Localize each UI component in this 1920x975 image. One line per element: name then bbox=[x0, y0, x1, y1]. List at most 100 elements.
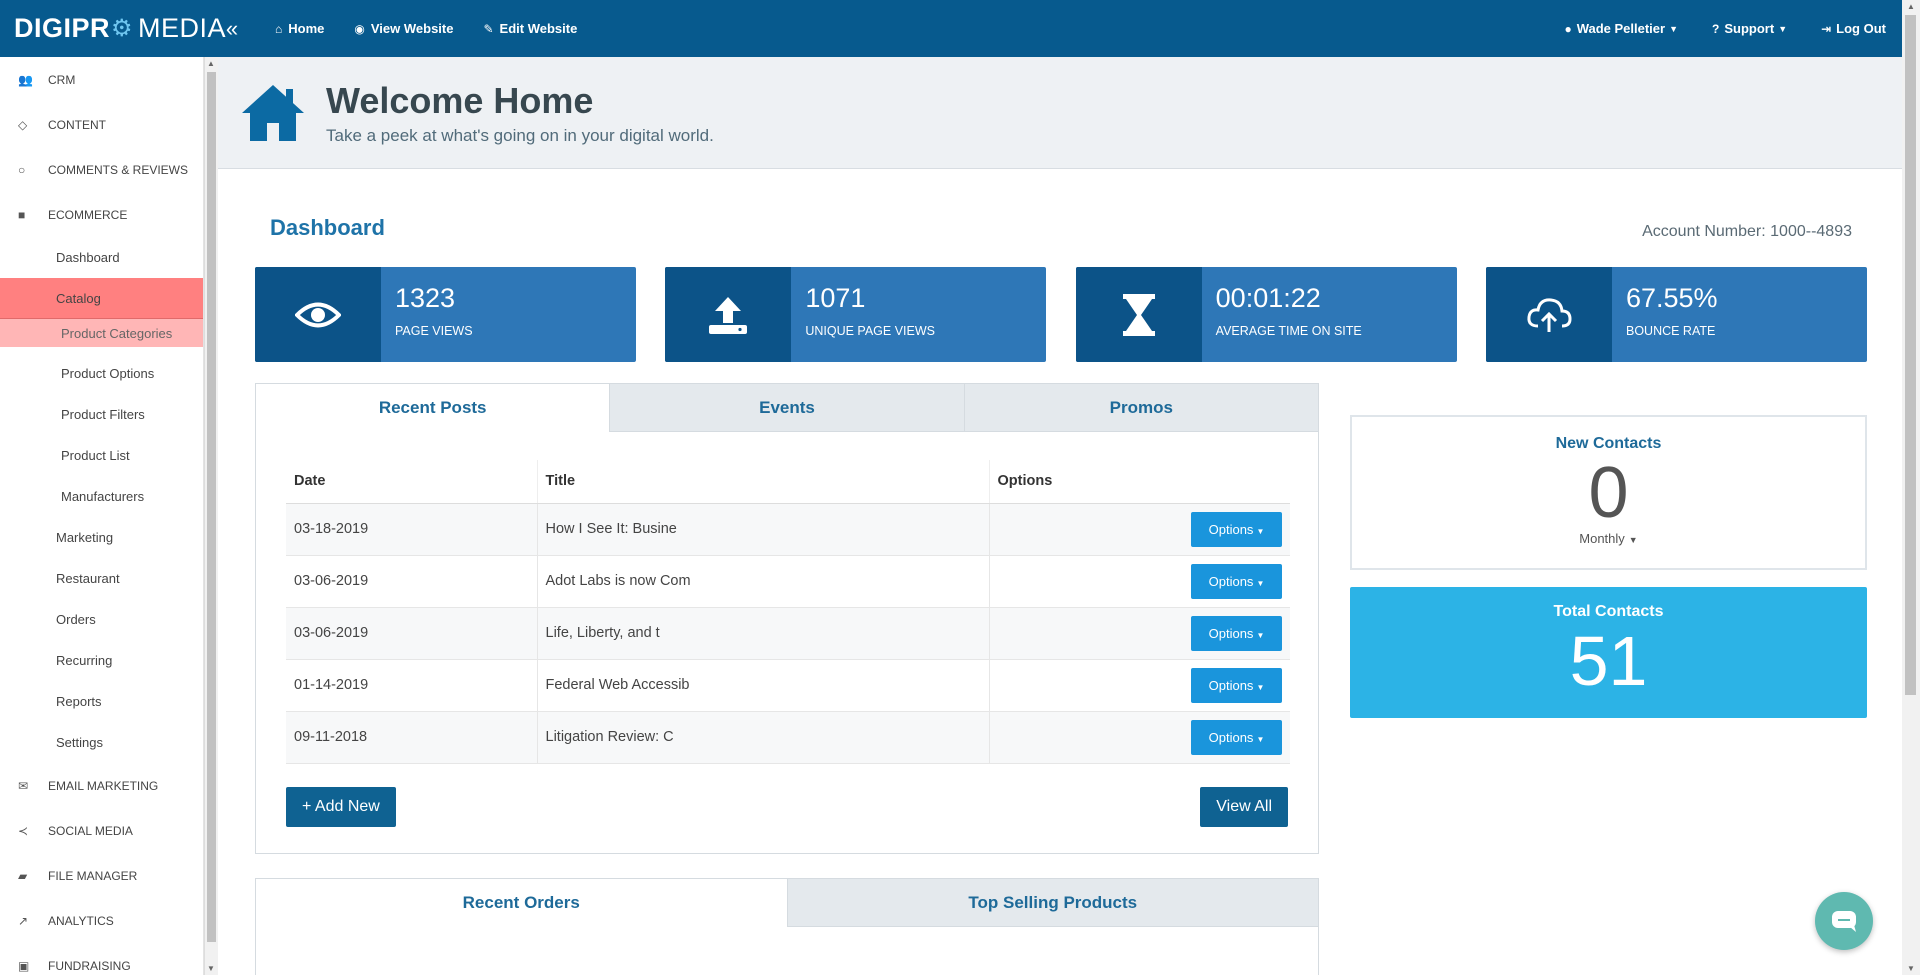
options-dropdown-button[interactable]: Options ▼ bbox=[1191, 719, 1282, 755]
user-name: Wade Pelletier bbox=[1576, 21, 1666, 36]
sidebar-item-fundraising[interactable]: ▣ FUNDRAISING bbox=[0, 943, 203, 975]
column-header-date: Date bbox=[286, 460, 537, 504]
scroll-up-icon[interactable]: ▲ bbox=[1907, 2, 1915, 11]
cell-title[interactable]: Adot Labs is now Com bbox=[536, 555, 989, 608]
stat-label: AVERAGE TIME ON SITE bbox=[1215, 324, 1362, 338]
sidebar-item-crm[interactable]: 👥 CRM bbox=[0, 57, 203, 102]
scroll-down-icon[interactable]: ▼ bbox=[207, 964, 215, 973]
support-label: Support bbox=[1724, 21, 1775, 36]
scroll-up-icon[interactable]: ▲ bbox=[207, 59, 215, 68]
cloud-upload-icon bbox=[1527, 297, 1572, 332]
cell-date: 03-06-2019 bbox=[286, 555, 537, 608]
sidebar-item-file-manager[interactable]: ▰ FILE MANAGER bbox=[0, 853, 203, 898]
table-row: 03-18-2019 How I See It: Busine Options ▼ bbox=[286, 503, 1290, 556]
cell-title[interactable]: Federal Web Accessib bbox=[536, 659, 989, 712]
page-scrollbar[interactable]: ▲ ▼ bbox=[1902, 0, 1920, 975]
tab-promos[interactable]: Promos bbox=[963, 384, 1318, 432]
table-row: 09-11-2018 Litigation Review: C Options ▼ bbox=[286, 711, 1290, 764]
cell-options: Options ▼ bbox=[988, 503, 1290, 556]
question-icon: ? bbox=[1712, 21, 1720, 36]
upload-icon bbox=[709, 296, 748, 334]
tab-top-selling-products[interactable]: Top Selling Products bbox=[786, 879, 1318, 927]
user-icon: ● bbox=[1564, 21, 1572, 36]
sidebar-item-content[interactable]: ◇ CONTENT bbox=[0, 102, 203, 147]
sidebar-sub-catalog[interactable]: Catalog bbox=[0, 278, 203, 319]
total-contacts-count: 51 bbox=[1569, 622, 1648, 700]
chat-widget-button[interactable] bbox=[1815, 892, 1873, 950]
column-header-options: Options bbox=[988, 460, 1290, 504]
logout-label: Log Out bbox=[1836, 21, 1886, 36]
cell-title[interactable]: How I See It: Busine bbox=[536, 503, 989, 556]
logout-button[interactable]: ⇥ Log Out bbox=[1821, 21, 1886, 36]
cell-options: Options ▼ bbox=[988, 607, 1290, 660]
stat-value: 1071 bbox=[805, 283, 866, 313]
diamond-icon: ◇ bbox=[18, 117, 28, 132]
cell-date: 09-11-2018 bbox=[286, 711, 537, 764]
page-title: Welcome Home bbox=[326, 79, 594, 121]
sidebar-item-label: CONTENT bbox=[48, 117, 106, 132]
brand-logo[interactable]: DIGIPR ⚙ MEDIA bbox=[0, 0, 226, 57]
new-contacts-card: New Contacts 0 Monthly ▼ bbox=[1350, 415, 1867, 570]
tab-events[interactable]: Events bbox=[609, 384, 964, 432]
dashboard-title: Dashboard bbox=[270, 215, 385, 240]
sidebar-sub-orders[interactable]: Orders bbox=[0, 599, 203, 640]
sidebar-sub-marketing[interactable]: Marketing bbox=[0, 517, 203, 558]
logo-text-media: MEDIA bbox=[138, 13, 227, 43]
envelope-icon: ✉ bbox=[18, 778, 29, 793]
gear-icon: ⚙ bbox=[111, 15, 134, 42]
support-menu[interactable]: ? Support ▼ bbox=[1712, 21, 1787, 36]
scroll-down-icon[interactable]: ▼ bbox=[1907, 964, 1915, 973]
sidebar-sub-product-categories[interactable]: Product Categories bbox=[0, 319, 203, 347]
nav-home[interactable]: ⌂ Home bbox=[275, 21, 324, 36]
nav-view-website-label: View Website bbox=[370, 21, 454, 36]
sidebar-sub-product-list[interactable]: Product List bbox=[0, 435, 203, 476]
table-row: 03-06-2019 Life, Liberty, and t Options ▼ bbox=[286, 607, 1290, 660]
table-row: 03-06-2019 Adot Labs is now Com Options ▼ bbox=[286, 555, 1290, 608]
add-new-button[interactable]: + Add New bbox=[286, 786, 396, 827]
options-dropdown-button[interactable]: Options ▼ bbox=[1191, 563, 1282, 599]
sidebar-scroll-thumb[interactable] bbox=[207, 72, 216, 942]
main-content: Welcome Home Take a peek at what's going… bbox=[218, 57, 1902, 975]
share-icon: ≺ bbox=[18, 823, 29, 838]
tab-recent-orders[interactable]: Recent Orders bbox=[256, 879, 787, 927]
logo-text-digipr: DIGIPR bbox=[14, 13, 111, 43]
sidebar-sub-product-filters[interactable]: Product Filters bbox=[0, 394, 203, 435]
view-all-button[interactable]: View All bbox=[1200, 786, 1288, 827]
sidebar-sub-product-options[interactable]: Product Options bbox=[0, 353, 203, 394]
sidebar-item-email-marketing[interactable]: ✉ EMAIL MARKETING bbox=[0, 763, 203, 808]
cell-title[interactable]: Life, Liberty, and t bbox=[536, 607, 989, 660]
sidebar-sub-recurring[interactable]: Recurring bbox=[0, 640, 203, 681]
sidebar-item-ecommerce[interactable]: ■ ECOMMERCE bbox=[0, 192, 203, 237]
sidebar-sub-restaurant[interactable]: Restaurant bbox=[0, 558, 203, 599]
tab-recent-posts[interactable]: Recent Posts bbox=[256, 384, 610, 432]
user-menu[interactable]: ● Wade Pelletier ▼ bbox=[1564, 21, 1678, 36]
period-dropdown[interactable]: Monthly ▼ bbox=[1352, 531, 1865, 546]
options-dropdown-button[interactable]: Options ▼ bbox=[1191, 615, 1282, 651]
sidebar-scrollbar[interactable]: ▲ ▼ bbox=[204, 57, 218, 975]
users-icon: 👥 bbox=[18, 72, 33, 87]
sidebar-item-analytics[interactable]: ↗ ANALYTICS bbox=[0, 898, 203, 943]
options-dropdown-button[interactable]: Options ▼ bbox=[1191, 667, 1282, 703]
sidebar-sub-dashboard[interactable]: Dashboard bbox=[0, 237, 203, 278]
sidebar-item-social-media[interactable]: ≺ SOCIAL MEDIA bbox=[0, 808, 203, 853]
collapse-sidebar-icon[interactable]: « bbox=[217, 16, 247, 42]
hourglass-icon bbox=[1122, 293, 1155, 336]
sidebar-item-comments[interactable]: ○ COMMENTS & REVIEWS bbox=[0, 147, 203, 192]
stat-value: 67.55% bbox=[1625, 283, 1718, 313]
page-scroll-thumb[interactable] bbox=[1905, 15, 1916, 695]
nav-view-website[interactable]: ◉ View Website bbox=[354, 21, 453, 36]
nav-edit-website[interactable]: ✎ Edit Website bbox=[483, 21, 577, 36]
stat-label: PAGE VIEWS bbox=[395, 324, 473, 338]
sidebar-sub-settings[interactable]: Settings bbox=[0, 722, 203, 763]
caret-down-icon: ▼ bbox=[1628, 535, 1638, 545]
sidebar-sub-reports[interactable]: Reports bbox=[0, 681, 203, 722]
posts-panel: Recent Posts Events Promos Date Title Op… bbox=[255, 383, 1319, 854]
column-header-title: Title bbox=[536, 460, 989, 504]
sidebar-sub-manufacturers[interactable]: Manufacturers bbox=[0, 476, 203, 517]
chevron-down-icon: ▼ bbox=[1778, 23, 1788, 34]
options-dropdown-button[interactable]: Options ▼ bbox=[1191, 511, 1282, 547]
stat-label: UNIQUE PAGE VIEWS bbox=[805, 324, 935, 338]
gift-icon: ■ bbox=[18, 207, 26, 222]
cell-title[interactable]: Litigation Review: C bbox=[536, 711, 989, 764]
total-contacts-card: Total Contacts 51 bbox=[1350, 587, 1867, 718]
